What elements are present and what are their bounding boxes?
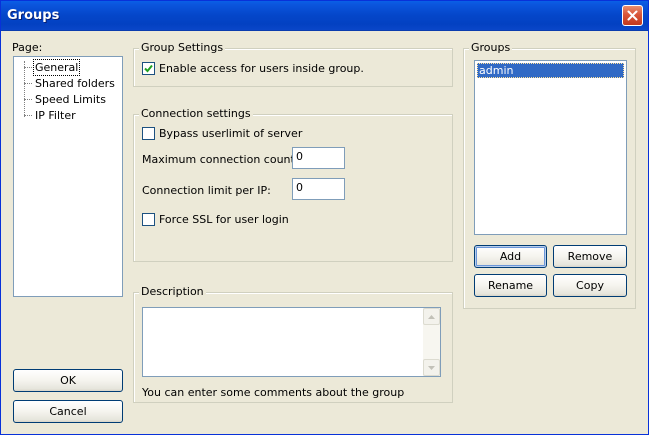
tree-branch bbox=[24, 83, 32, 84]
add-group-button[interactable]: Add bbox=[474, 245, 547, 268]
page-label: Page: bbox=[12, 41, 43, 54]
window-title: Groups bbox=[7, 8, 60, 23]
connection-settings-title: Connection settings bbox=[139, 107, 253, 120]
max-connection-count-label: Maximum connection count: bbox=[142, 153, 299, 166]
scroll-up-button[interactable] bbox=[423, 308, 440, 325]
bypass-userlimit-checkbox[interactable] bbox=[142, 127, 155, 140]
tree-item-ip-filter[interactable]: IP Filter bbox=[14, 108, 122, 124]
rename-group-button[interactable]: Rename bbox=[474, 274, 547, 297]
ok-button[interactable]: OK bbox=[13, 369, 123, 392]
tree-item-general[interactable]: General bbox=[14, 59, 122, 76]
groups-list[interactable]: admin bbox=[474, 60, 627, 235]
scroll-down-button[interactable] bbox=[423, 359, 440, 376]
force-ssl-checkbox[interactable] bbox=[142, 213, 155, 226]
copy-group-button[interactable]: Copy bbox=[553, 274, 627, 297]
description-title: Description bbox=[139, 285, 206, 298]
description-hint: You can enter some comments about the gr… bbox=[142, 386, 405, 399]
page-tree[interactable]: General Shared folders Speed Limits IP F… bbox=[13, 56, 123, 297]
connection-limit-per-ip-label: Connection limit per IP: bbox=[142, 184, 271, 197]
close-icon bbox=[627, 10, 638, 21]
chevron-down-icon bbox=[428, 365, 435, 370]
description-textarea[interactable] bbox=[142, 307, 441, 377]
max-connection-count-field[interactable]: 0 bbox=[292, 147, 345, 169]
tree-branch bbox=[24, 99, 32, 100]
checkmark-icon bbox=[144, 64, 153, 73]
enable-access-label[interactable]: Enable access for users inside group. bbox=[159, 62, 364, 75]
close-button[interactable] bbox=[622, 5, 643, 26]
force-ssl-label[interactable]: Force SSL for user login bbox=[159, 213, 289, 226]
group-item-admin[interactable]: admin bbox=[477, 63, 624, 78]
groups-title: Groups bbox=[469, 41, 513, 54]
title-bar[interactable]: Groups bbox=[1, 1, 648, 31]
connection-limit-per-ip-field[interactable]: 0 bbox=[292, 178, 345, 200]
tree-branch bbox=[24, 115, 32, 116]
bypass-userlimit-label[interactable]: Bypass userlimit of server bbox=[159, 127, 302, 140]
chevron-up-icon bbox=[428, 314, 435, 319]
tree-branch bbox=[24, 67, 32, 68]
tree-item-label: General bbox=[32, 59, 81, 76]
tree-item-label: Speed Limits bbox=[35, 93, 106, 106]
tree-item-label: Shared folders bbox=[35, 77, 115, 90]
enable-access-checkbox[interactable] bbox=[142, 62, 155, 75]
description-scrollbar[interactable] bbox=[423, 308, 440, 376]
groups-dialog: Groups Page: General Shared folders Spee… bbox=[0, 0, 649, 435]
group-settings-title: Group Settings bbox=[139, 41, 226, 54]
cancel-button[interactable]: Cancel bbox=[13, 400, 123, 423]
tree-item-shared-folders[interactable]: Shared folders bbox=[14, 76, 122, 92]
remove-group-button[interactable]: Remove bbox=[553, 245, 627, 268]
tree-item-speed-limits[interactable]: Speed Limits bbox=[14, 92, 122, 108]
tree-item-label: IP Filter bbox=[35, 109, 76, 122]
